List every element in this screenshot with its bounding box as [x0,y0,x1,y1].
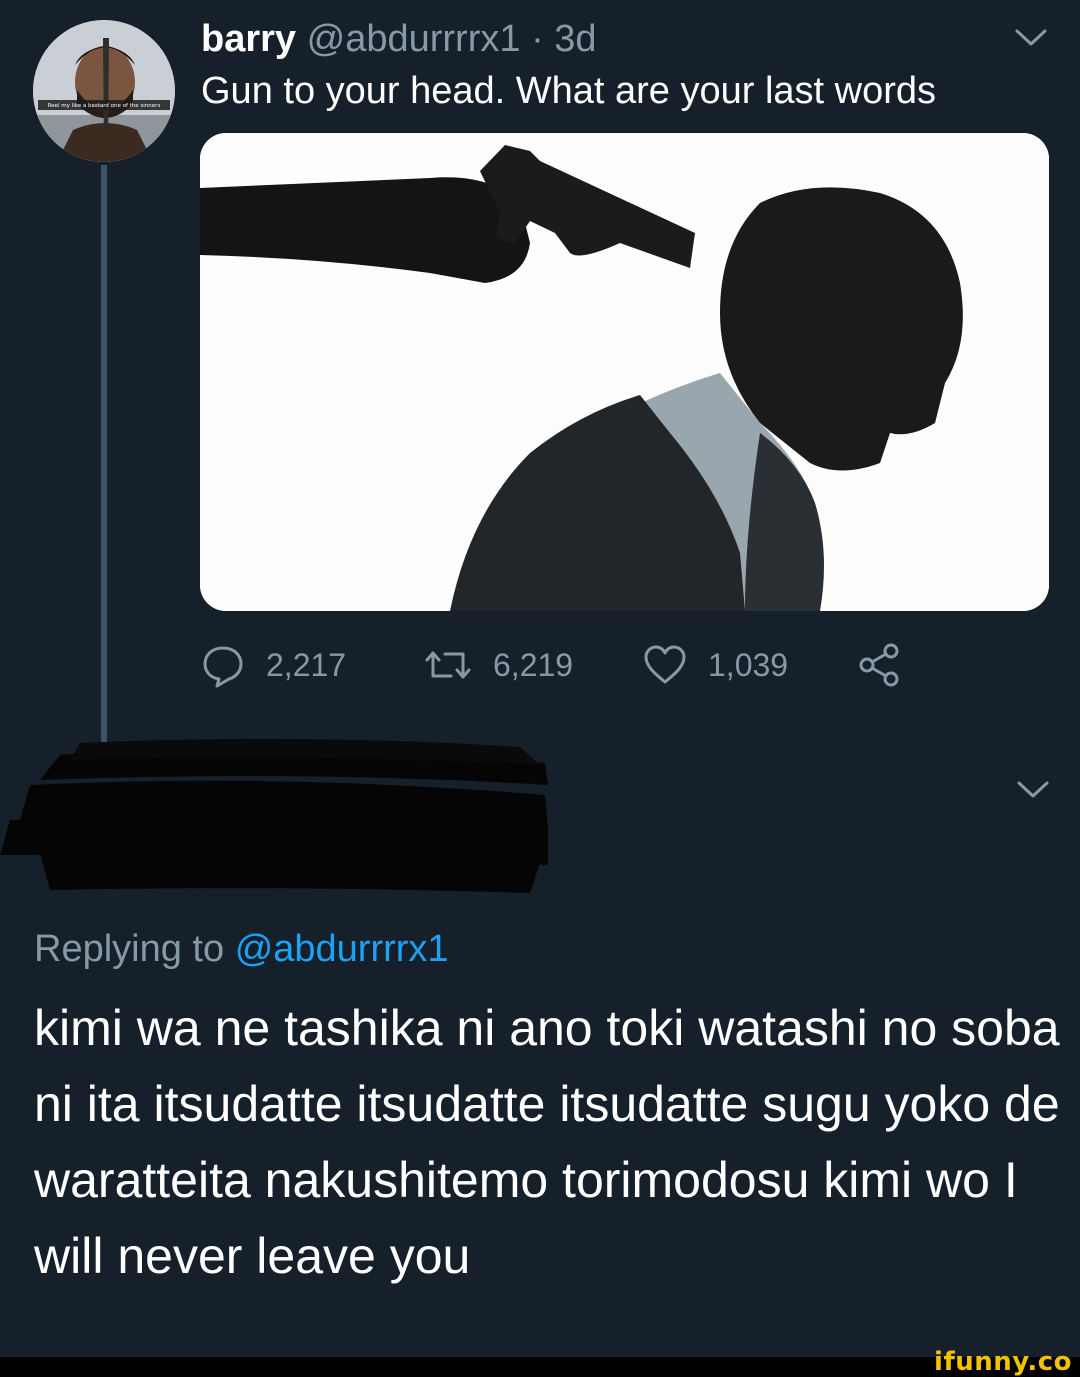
replying-to-label: Replying to [34,928,225,970]
author-display-name[interactable]: barry [201,18,296,60]
comment-bubble-icon [203,646,243,688]
tweet-media-image[interactable] [200,133,1049,611]
reply-action[interactable]: 2,217 [200,640,346,690]
avatar-caption: Reel my like a bastard one of the sinner… [48,103,161,109]
share-action[interactable] [858,640,902,690]
replying-to-handle-link[interactable]: @abdurrrrx1 [235,928,449,970]
tweet-age: · 3d [531,18,597,60]
watermark-bar [0,1357,1080,1377]
retweet-action[interactable]: 6,219 [423,640,573,690]
avatar-photo: Reel my like a bastard one of the sinner… [33,20,175,162]
thread-connector-line [101,165,107,745]
share-nodes-icon [859,643,899,687]
user-avatar[interactable]: Reel my like a bastard one of the sinner… [33,20,175,162]
replying-to-line: Replying to @abdurrrrx1 [34,924,449,974]
reply-text: kimi wa ne tashika ni ano toki watashi n… [34,1000,1060,1284]
tweet-action-bar: 2,217 6,219 1,039 [200,640,920,690]
ifunny-watermark: ifunny.co [934,1347,1072,1377]
like-action[interactable]: 1,039 [642,640,788,690]
retweet-arrows-icon [425,651,471,679]
reply-more-chevron-down-icon[interactable] [1016,780,1050,800]
author-handle[interactable]: @abdurrrrx1 [307,18,521,60]
heart-icon [644,645,686,684]
tweet-text: Gun to your head. What are your last wor… [201,70,937,112]
retweet-count: 6,219 [493,646,574,683]
like-count: 1,039 [708,646,789,683]
tweet-more-chevron-down-icon[interactable] [1014,28,1048,48]
silhouette-photo [200,133,1049,611]
tweet-header: barry @abdurrrrx1 · 3d [201,14,597,64]
redacted-author-scribble [0,738,548,893]
reply-count: 2,217 [266,646,347,683]
